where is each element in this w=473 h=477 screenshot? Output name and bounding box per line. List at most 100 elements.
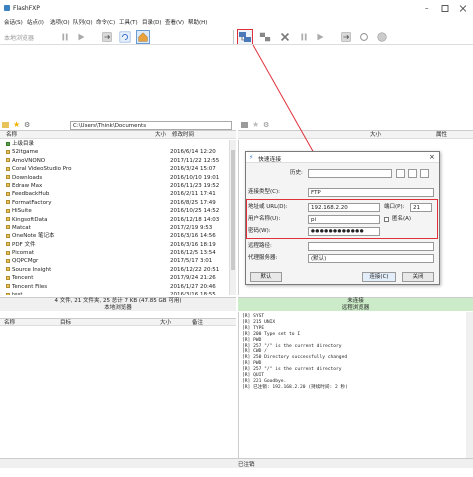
remote-col-size-header[interactable]: 大小: [370, 131, 381, 139]
menu-item[interactable]: 会话(S): [4, 18, 23, 28]
folder-icon: [6, 258, 10, 263]
maximize-button[interactable]: [441, 4, 449, 13]
password-input[interactable]: ●●●●●●●●●●●●: [308, 227, 380, 236]
quick-connect-dialog: ⚡ 快速连接 × 历史: 连接类型(C): FTP 地址或 URL(D): 19…: [245, 151, 440, 285]
anonymous-checkbox[interactable]: [384, 217, 389, 222]
server-input[interactable]: 192.168.2.20: [308, 203, 380, 212]
left-file-list: 上级目录 52itgame 2016/6/14 12:20 AmoVNONO 2017…: [0, 140, 229, 295]
up-folder-icon: [6, 141, 10, 146]
menu-item[interactable]: 命令(C): [96, 18, 115, 28]
list-item[interactable]: 52itgame 2016/6/14 12:20: [0, 148, 229, 156]
disconnect-icon[interactable]: [258, 30, 272, 44]
folder-icon: [6, 191, 10, 196]
list-item[interactable]: Matcat 2017/2/19 9:53: [0, 224, 229, 232]
list-item[interactable]: FormatFactory 2016/8/25 17:49: [0, 199, 229, 207]
dialog-close-button[interactable]: 关闭: [402, 272, 434, 282]
list-item[interactable]: test 2016/3/16 18:55: [0, 291, 229, 295]
list-item[interactable]: HiSuite 2016/10/25 14:52: [0, 207, 229, 215]
file-name: Tencent: [12, 275, 34, 282]
remote-home-icon[interactable]: [375, 30, 389, 44]
remote-path-input[interactable]: [308, 242, 434, 251]
list-item[interactable]: QQPCMgr 2017/5/17 3:01: [0, 257, 229, 265]
remote-play-icon[interactable]: [313, 30, 327, 44]
left-path-input[interactable]: C:\Users\Think\Documents: [70, 121, 232, 130]
queue-col-target[interactable]: 目标: [60, 319, 71, 327]
col-modified-header[interactable]: 修改时间: [172, 131, 194, 139]
list-item[interactable]: OneNote 笔记本 2016/3/16 14:56: [0, 232, 229, 240]
history-btn-2-icon[interactable]: [408, 169, 417, 178]
minimize-button[interactable]: –: [425, 4, 433, 13]
list-item[interactable]: KingsoftData 2016/12/18 14:03: [0, 216, 229, 224]
col-size-header[interactable]: 大小: [155, 131, 166, 139]
folder-icon: [6, 267, 10, 272]
queue-col-size[interactable]: 大小: [160, 319, 171, 327]
menu-item[interactable]: 工具(T): [119, 18, 138, 28]
file-name: KingsoftData: [12, 216, 48, 223]
right-status-sub: 远程浏览器: [341, 305, 370, 311]
queue-col-remark[interactable]: 备注: [192, 319, 203, 327]
list-item[interactable]: Downloads 2016/10/10 19:01: [0, 174, 229, 182]
menu-item[interactable]: 目录(D): [142, 18, 162, 28]
anonymous-label: 匿名(A): [392, 216, 412, 222]
col-name-header[interactable]: 名称: [6, 131, 17, 139]
menu-item[interactable]: 选项(O): [50, 18, 70, 28]
remote-transfer-icon[interactable]: [339, 30, 353, 44]
settings-icon[interactable]: ⚙: [24, 121, 30, 129]
menu-item[interactable]: 帮助(H): [188, 18, 207, 28]
folder-icon: [6, 200, 10, 205]
history-btn-3-icon[interactable]: [420, 169, 429, 178]
connect-icon[interactable]: [237, 29, 253, 44]
file-name: FeedbackHub: [12, 191, 50, 198]
remote-folder-icon[interactable]: [241, 122, 248, 128]
remote-pause-icon[interactable]: [297, 30, 311, 44]
file-date: 2016/8/25 17:49: [170, 199, 216, 206]
toolbar-left-label[interactable]: 本地浏览器: [4, 33, 34, 42]
list-item[interactable]: Coral VideoStudio Pro 2016/3/24 15:07: [0, 165, 229, 173]
conntype-select[interactable]: FTP: [308, 188, 434, 197]
queue-list[interactable]: [0, 327, 236, 455]
queue-col-name[interactable]: 名称: [4, 319, 15, 327]
list-item[interactable]: Source Insight 2016/12/22 20:51: [0, 266, 229, 274]
abort-icon[interactable]: [278, 30, 292, 44]
list-item[interactable]: Tencent 2017/9/24 21:26: [0, 274, 229, 282]
list-item[interactable]: Picomat 2016/12/5 13:54: [0, 249, 229, 257]
list-item[interactable]: FeedbackHub 2016/2/11 17:41: [0, 190, 229, 198]
default-button[interactable]: 默认: [250, 272, 282, 282]
list-item[interactable]: PDF 文件 2016/3/16 18:19: [0, 241, 229, 249]
history-label: 历史:: [290, 170, 303, 176]
remote-col-attr-header[interactable]: 属性: [436, 131, 447, 139]
file-name: FormatFactory: [12, 199, 52, 206]
user-input[interactable]: pi: [308, 215, 380, 224]
close-button[interactable]: [459, 4, 467, 13]
list-item-up[interactable]: 上级目录: [0, 140, 229, 148]
menu-item[interactable]: 查看(V): [165, 18, 184, 28]
list-item[interactable]: Tencent Files 2016/1/27 20:46: [0, 283, 229, 291]
right-path-bar: ★ ⚙: [238, 120, 473, 131]
proxy-select[interactable]: (默认): [308, 254, 434, 263]
connect-button[interactable]: 连接(C): [362, 272, 396, 282]
file-date: 2016/3/24 15:07: [170, 166, 216, 173]
transfer-icon[interactable]: [100, 30, 114, 44]
file-date: 2016/12/18 14:03: [170, 216, 220, 223]
home-icon[interactable]: [136, 30, 150, 44]
remote-settings-icon[interactable]: ⚙: [263, 121, 269, 129]
folder-icon[interactable]: [2, 122, 9, 128]
history-btn-1-icon[interactable]: [396, 169, 405, 178]
pause-icon[interactable]: [58, 30, 72, 44]
folder-icon: [6, 183, 10, 188]
list-item[interactable]: AmoVNONO 2017/11/22 12:55: [0, 157, 229, 165]
star-icon[interactable]: ★: [13, 120, 20, 129]
remote-star-icon[interactable]: ★: [252, 120, 259, 129]
menu-item[interactable]: 队列(Q): [73, 18, 93, 28]
log-scrollbar[interactable]: [466, 312, 473, 458]
dialog-close-icon[interactable]: ×: [429, 153, 435, 161]
log-line: [R] 已注销: 192.168.2.20 (持续时间: 2 秒): [242, 384, 348, 390]
left-scrollbar[interactable]: [229, 140, 236, 295]
play-icon[interactable]: [74, 30, 88, 44]
remote-refresh-icon[interactable]: [357, 30, 371, 44]
menu-item[interactable]: 站点(I): [27, 18, 44, 28]
port-input[interactable]: 21: [410, 203, 432, 212]
refresh-icon[interactable]: [118, 30, 132, 44]
list-item[interactable]: Edraw Max 2016/11/23 19:52: [0, 182, 229, 190]
history-select[interactable]: [308, 169, 392, 178]
